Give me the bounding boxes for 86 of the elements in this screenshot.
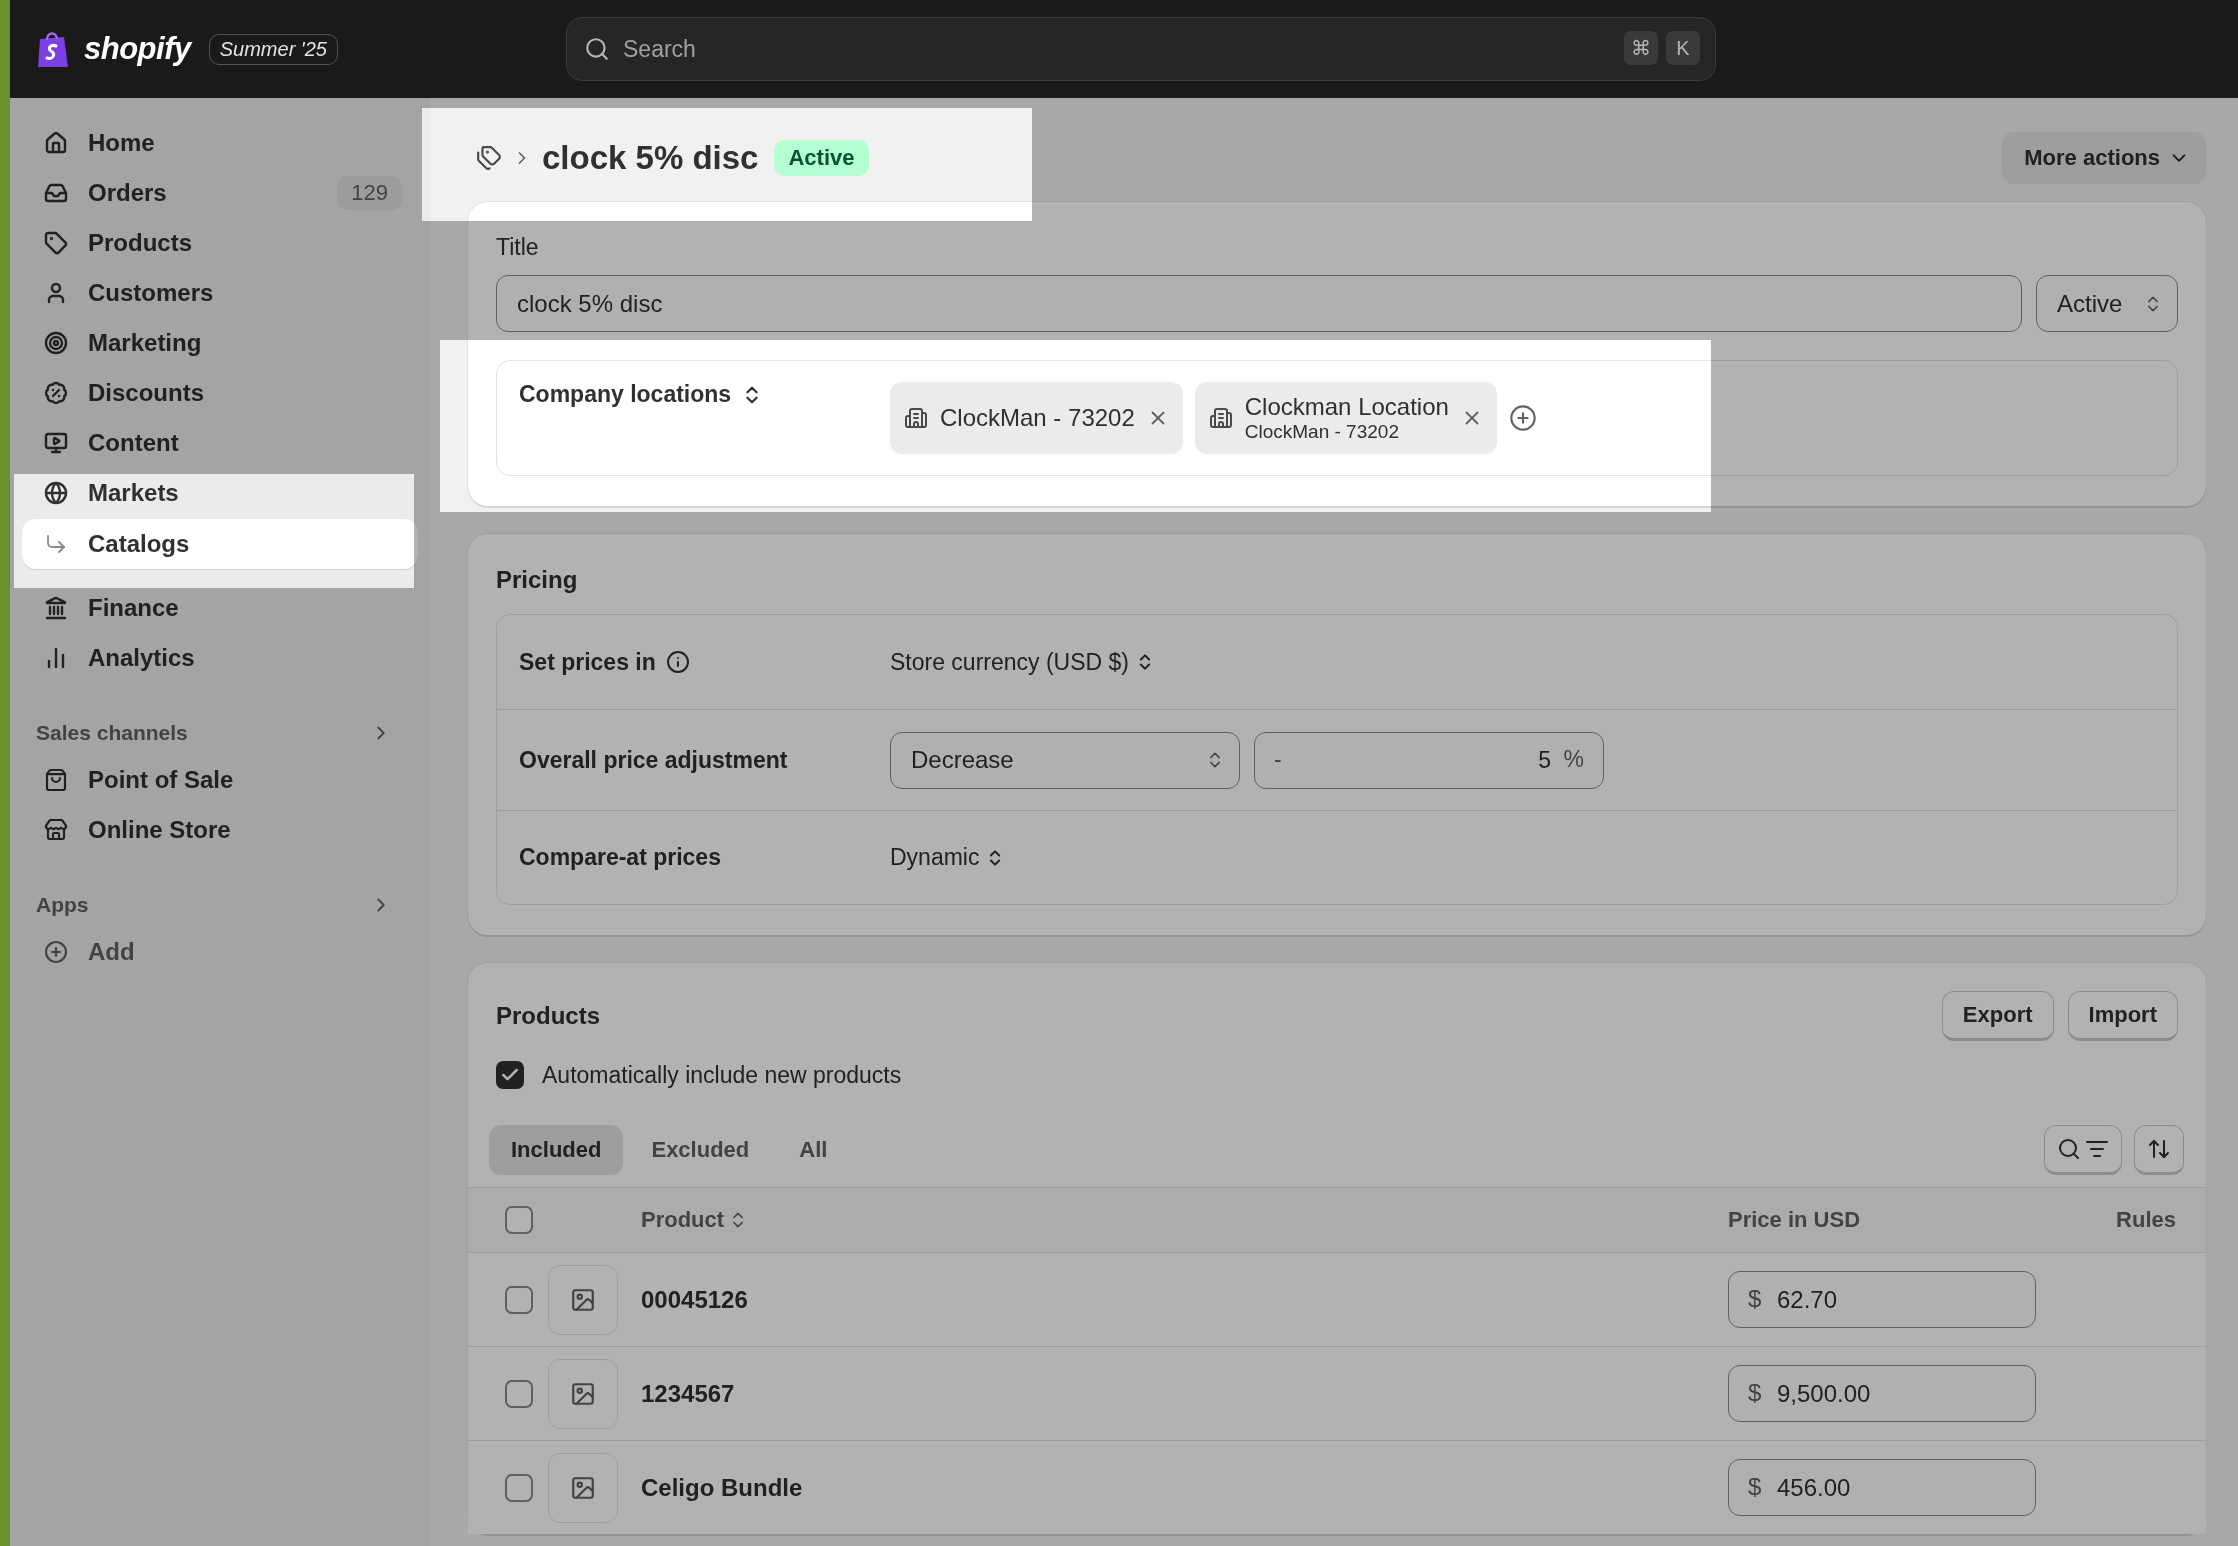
row-checkbox[interactable]: [505, 1473, 533, 1502]
image-placeholder-icon: [548, 1358, 618, 1429]
nav-item[interactable]: Products: [22, 218, 418, 268]
plus-circle-icon: [1508, 404, 1537, 432]
action-button[interactable]: Export: [1941, 991, 2054, 1041]
title-field[interactable]: clock 5% disc: [496, 275, 2022, 332]
shopping-bag-icon: [44, 768, 68, 792]
sort-button[interactable]: [2134, 1125, 2184, 1175]
edition-tag: Summer '25: [208, 33, 338, 65]
nav-item[interactable]: Point of Sale: [22, 755, 418, 805]
bank-icon: [44, 596, 68, 620]
search-icon: [2057, 1137, 2081, 1161]
nav-item[interactable]: Markets: [22, 468, 418, 518]
nav-item[interactable]: Orders 129: [22, 168, 418, 218]
brand-wordmark: shopify: [84, 31, 191, 67]
nav-item[interactable]: Add: [22, 927, 418, 977]
tag-icon: [44, 231, 68, 255]
inbox-icon: [44, 181, 68, 205]
building-icon: [1208, 406, 1233, 430]
filter-tab[interactable]: Included: [489, 1125, 624, 1175]
section-title: Sales channels: [36, 721, 188, 745]
building-icon: [904, 406, 928, 430]
row-label: Compare-at prices: [519, 844, 722, 871]
image-placeholder-icon: [548, 1452, 618, 1523]
nav-item[interactable]: Marketing: [22, 318, 418, 368]
monitor-icon: [44, 431, 68, 455]
card-title: Products: [496, 1002, 600, 1030]
plus-circle-icon: [44, 940, 68, 964]
shopping-bag-logo-icon: [36, 29, 70, 69]
sort-arrows-icon: [2147, 1137, 2171, 1161]
select-dropdown[interactable]: Decrease: [890, 731, 1240, 789]
percent-sign: %: [1563, 745, 1584, 773]
page-title: clock 5% disc: [542, 139, 759, 177]
search-filter-button[interactable]: [2044, 1125, 2122, 1175]
globe-icon: [44, 481, 68, 505]
count-badge: 129: [337, 176, 402, 210]
info-icon[interactable]: [665, 650, 690, 674]
status-badge: Active: [774, 140, 869, 176]
nav-item[interactable]: Finance: [22, 583, 418, 633]
home-icon: [44, 131, 68, 155]
section-title: Apps: [36, 893, 89, 917]
product-name: Celigo Bundle: [641, 1473, 804, 1502]
nav-item[interactable]: Content: [22, 418, 418, 468]
checkbox-label: Automatically include new products: [542, 1061, 902, 1089]
filter-tab[interactable]: All: [777, 1125, 850, 1175]
column-header[interactable]: Product: [641, 1207, 749, 1233]
currency-sign: $: [1748, 1473, 1762, 1501]
nav-item[interactable]: Discounts: [22, 368, 418, 418]
row-label: Overall price adjustment: [519, 746, 789, 774]
row-label: Set prices in: [519, 648, 890, 676]
checkbox[interactable]: [496, 1061, 524, 1089]
storefront-icon: [44, 818, 68, 842]
filter-tab[interactable]: Excluded: [629, 1125, 772, 1175]
nav-item[interactable]: Customers: [22, 268, 418, 318]
column-header: Rules: [2116, 1207, 2176, 1233]
more-actions-button[interactable]: More actions: [2002, 132, 2206, 184]
row-checkbox[interactable]: [505, 1285, 533, 1314]
currency-sign: $: [1748, 1379, 1762, 1407]
product-name: 1234567: [641, 1379, 736, 1408]
company-locations-toggle[interactable]: Company locations: [519, 381, 890, 408]
currency-sign: $: [1748, 1285, 1762, 1313]
row-checkbox[interactable]: [505, 1379, 533, 1408]
select-dropdown[interactable]: Store currency (USD $): [890, 648, 1155, 676]
minus-sign: -: [1274, 745, 1282, 773]
select-dropdown[interactable]: Dynamic: [890, 844, 1006, 871]
column-header: Price in USD: [1728, 1207, 1861, 1233]
corner-arrow-icon: [44, 532, 68, 556]
select-all-checkbox[interactable]: [505, 1206, 533, 1234]
location-chip[interactable]: ClockMan - 73202: [890, 382, 1183, 454]
product-name: 00045126: [641, 1285, 749, 1314]
nav-item[interactable]: Online Store: [22, 805, 418, 855]
field-label: Title: [496, 234, 540, 261]
nav-item[interactable]: Analytics: [22, 633, 418, 683]
percent-badge-icon: [44, 381, 68, 405]
target-icon: [44, 331, 68, 355]
image-placeholder-icon: [548, 1264, 618, 1335]
add-location-button[interactable]: [1508, 404, 1537, 432]
shortcut-key: ⌘: [1624, 31, 1658, 65]
location-chip[interactable]: Clockman Location ClockMan - 73202: [1194, 382, 1497, 454]
shortcut-key: K: [1666, 31, 1700, 65]
search-icon: [584, 36, 610, 62]
nav-item[interactable]: Home: [22, 118, 418, 168]
status-select[interactable]: Active: [2036, 275, 2178, 332]
card-title: Pricing: [496, 566, 579, 594]
action-button[interactable]: Import: [2067, 991, 2178, 1041]
nav-item[interactable]: Catalogs: [22, 519, 418, 569]
